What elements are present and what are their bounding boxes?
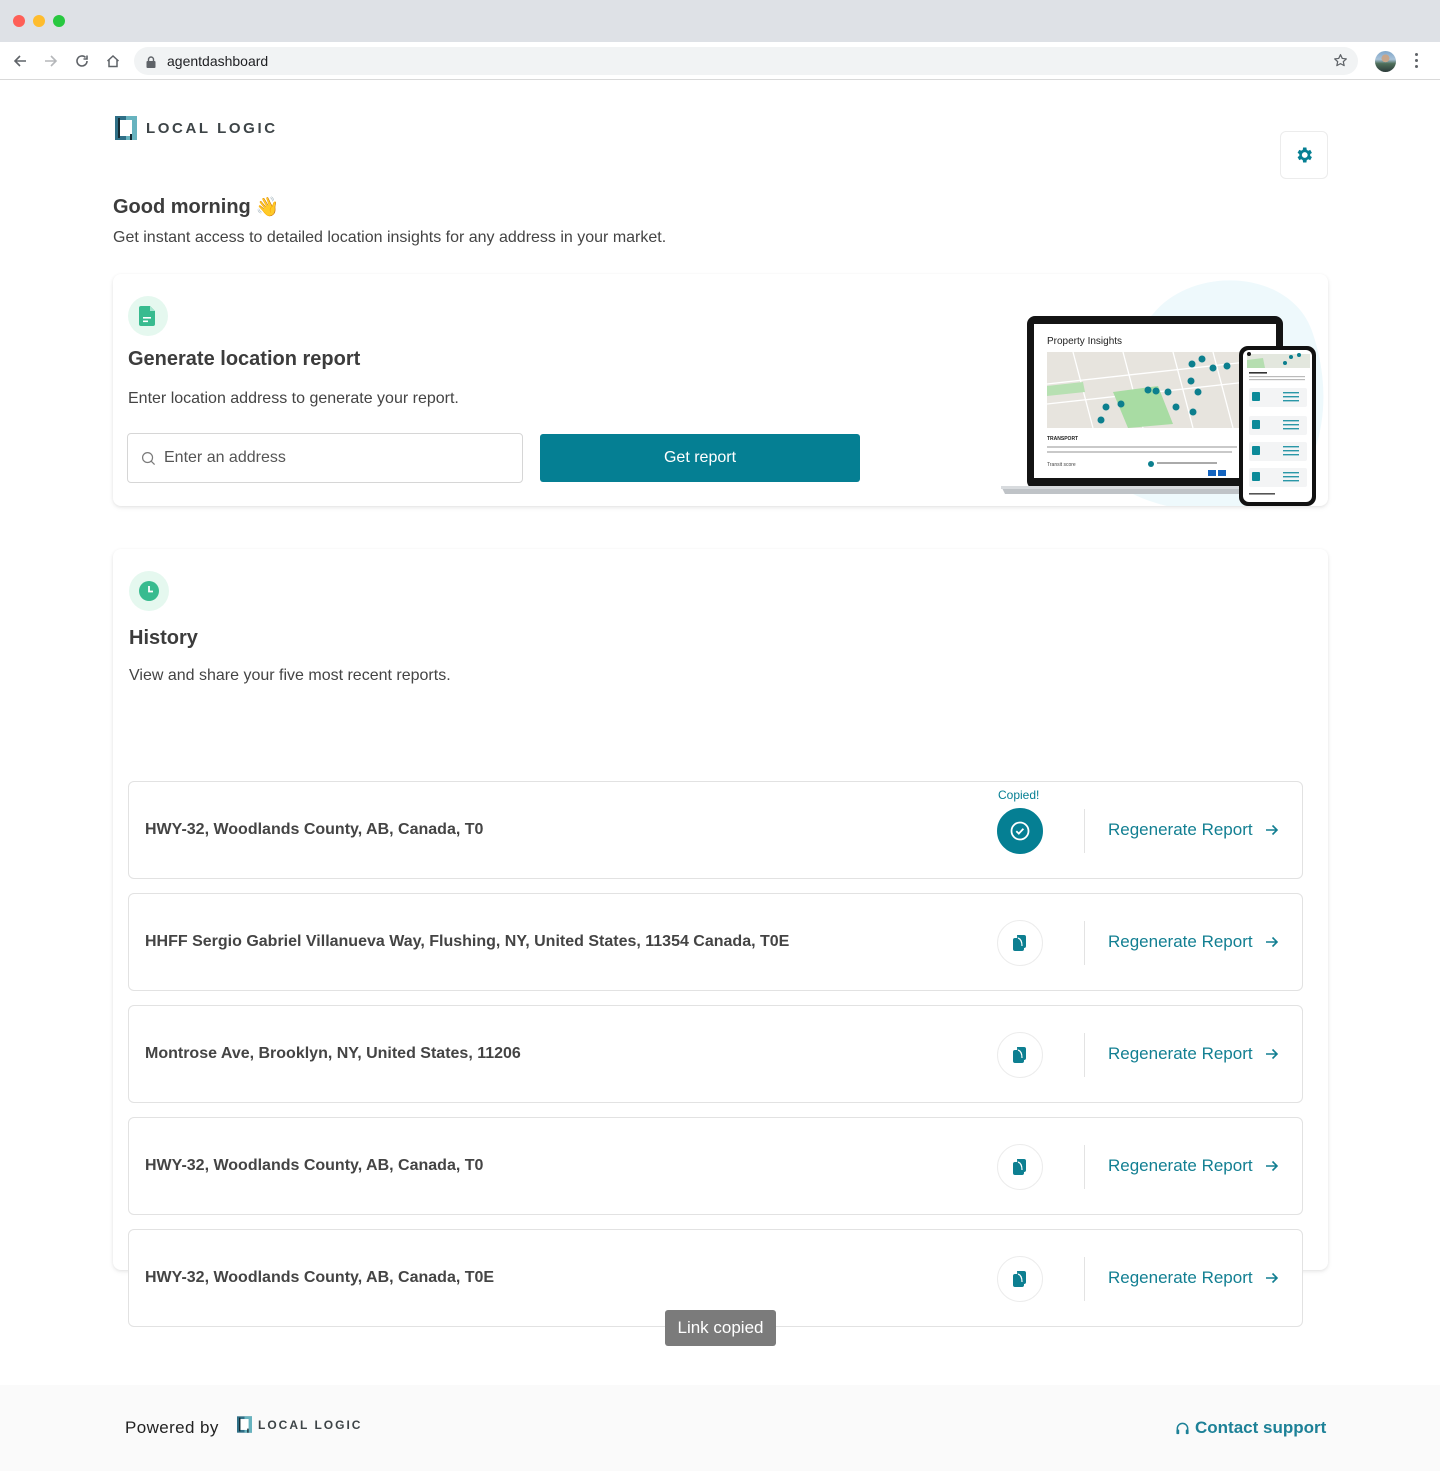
greeting-subtitle: Get instant access to detailed location …	[113, 229, 667, 246]
row-divider	[1084, 809, 1085, 853]
document-icon-badge	[128, 296, 168, 336]
browser-titlebar	[0, 0, 1440, 42]
history-address: Montrose Ave, Brooklyn, NY, United State…	[145, 1045, 521, 1062]
contact-support-label: Contact support	[1195, 1418, 1327, 1437]
row-divider	[1084, 921, 1085, 965]
waving-hand-icon: 👋	[255, 197, 280, 218]
settings-button[interactable]	[1280, 131, 1328, 179]
copy-link-button[interactable]	[997, 920, 1043, 966]
greeting-heading: Good morning 👋	[113, 195, 279, 219]
devices-mockup-image: Property Insights TRANSPORT Transit scor…	[1001, 280, 1324, 506]
copied-label: Copied!	[998, 788, 1040, 802]
regenerate-label: Regenerate Report	[1108, 932, 1253, 951]
row-divider	[1084, 1145, 1085, 1189]
forward-button[interactable]	[41, 51, 61, 71]
browser-toolbar: agentdashboard	[0, 42, 1440, 80]
clock-icon-badge	[129, 571, 169, 611]
arrow-left-icon	[13, 55, 26, 67]
powered-by-label: Powered by	[125, 1418, 219, 1437]
copy-clipboard-icon	[1013, 1159, 1026, 1175]
history-address: HWY-32, Woodlands County, AB, Canada, T0	[145, 1157, 484, 1174]
get-report-button[interactable]: Get report	[540, 434, 860, 482]
regenerate-report-link[interactable]: Regenerate Report	[1108, 932, 1279, 952]
history-row: HWY-32, Woodlands County, AB, Canada, T0…	[128, 1117, 1303, 1215]
regenerate-label: Regenerate Report	[1108, 820, 1253, 839]
regenerate-report-link[interactable]: Regenerate Report	[1108, 820, 1279, 840]
property-insights-illustration: Property Insights TRANSPORT Transit scor…	[993, 274, 1328, 506]
regenerate-report-link[interactable]: Regenerate Report	[1108, 1044, 1279, 1064]
contact-support-link[interactable]: Contact support	[1175, 1418, 1326, 1438]
logo-mark-icon	[115, 116, 137, 140]
check-circle-icon	[1010, 821, 1030, 841]
illustration-section-label: TRANSPORT	[1047, 436, 1078, 442]
bookmark-star-icon[interactable]	[1333, 53, 1348, 73]
regenerate-label: Regenerate Report	[1108, 1044, 1253, 1063]
footer-logo[interactable]: LOCAL LOGIC	[237, 1416, 362, 1433]
home-button[interactable]	[103, 51, 123, 71]
logo-text: LOCAL LOGIC	[146, 119, 278, 137]
regenerate-label: Regenerate Report	[1108, 1156, 1253, 1175]
browser-menu-icon[interactable]	[1415, 53, 1419, 68]
history-address: HHFF Sergio Gabriel Villanueva Way, Flus…	[145, 933, 790, 950]
greeting-text: Good morning	[113, 195, 251, 218]
footer-logo-text: LOCAL LOGIC	[258, 1417, 363, 1432]
regenerate-report-link[interactable]: Regenerate Report	[1108, 1268, 1279, 1288]
clock-icon	[139, 581, 159, 601]
copy-link-button[interactable]	[997, 1032, 1043, 1078]
regenerate-report-link[interactable]: Regenerate Report	[1108, 1156, 1279, 1176]
generate-report-title: Generate location report	[128, 348, 361, 370]
generate-report-description: Enter location address to generate your …	[128, 390, 459, 407]
history-title: History	[129, 627, 198, 649]
local-logic-logo[interactable]: LOCAL LOGIC	[115, 116, 278, 140]
illustration-transit-label: Transit score	[1047, 462, 1076, 468]
regenerate-label: Regenerate Report	[1108, 1268, 1253, 1287]
minimize-window-button[interactable]	[33, 15, 45, 27]
copy-clipboard-icon	[1013, 1047, 1026, 1063]
history-row: HWY-32, Woodlands County, AB, Canada, T0…	[128, 781, 1303, 879]
history-address: HWY-32, Woodlands County, AB, Canada, T0…	[145, 1269, 495, 1286]
history-description: View and share your five most recent rep…	[129, 667, 451, 684]
reload-button[interactable]	[72, 51, 92, 71]
logo-mark-icon	[237, 1416, 252, 1433]
illustration-laptop-title: Property Insights	[1047, 336, 1122, 347]
copy-link-button[interactable]	[997, 808, 1043, 854]
arrow-right-icon	[1265, 824, 1278, 836]
copy-clipboard-icon	[1013, 935, 1026, 951]
row-divider	[1084, 1033, 1085, 1077]
gear-icon	[1297, 147, 1312, 163]
document-icon	[139, 306, 155, 326]
address-input[interactable]	[164, 449, 504, 467]
page-footer: Powered by LOCAL LOGIC Contact support	[0, 1385, 1440, 1471]
maximize-window-button[interactable]	[53, 15, 65, 27]
history-row: Montrose Ave, Brooklyn, NY, United State…	[128, 1005, 1303, 1103]
copy-link-button[interactable]	[997, 1256, 1043, 1302]
url-text: agentdashboard	[167, 53, 269, 69]
arrow-right-icon	[1265, 1048, 1278, 1060]
arrow-right-icon	[1265, 1272, 1278, 1284]
headset-icon	[1176, 1422, 1189, 1434]
history-card: History View and share your five most re…	[113, 549, 1328, 1327]
history-address: HWY-32, Woodlands County, AB, Canada, T0	[145, 821, 484, 838]
arrow-right-icon	[1265, 936, 1278, 948]
history-row: HHFF Sergio Gabriel Villanueva Way, Flus…	[128, 893, 1303, 991]
arrow-right-icon	[45, 55, 58, 67]
reload-icon	[76, 55, 88, 67]
copy-clipboard-icon	[1013, 1271, 1026, 1287]
address-search-field[interactable]	[127, 433, 523, 483]
row-divider	[1084, 1257, 1085, 1301]
agent-dashboard-page: LOCAL LOGIC Good morning 👋 Get instant a…	[0, 80, 1440, 1471]
search-icon	[141, 451, 156, 465]
link-copied-toast: Link copied	[665, 1310, 776, 1346]
home-icon	[106, 54, 120, 68]
copy-link-button[interactable]	[997, 1144, 1043, 1190]
close-window-button[interactable]	[13, 15, 25, 27]
generate-report-card: Generate location report Enter location …	[113, 274, 1328, 506]
arrow-right-icon	[1265, 1160, 1278, 1172]
lock-icon	[146, 55, 156, 68]
back-button[interactable]	[10, 51, 30, 71]
profile-avatar[interactable]	[1375, 51, 1396, 72]
address-bar[interactable]: agentdashboard	[134, 47, 1358, 75]
